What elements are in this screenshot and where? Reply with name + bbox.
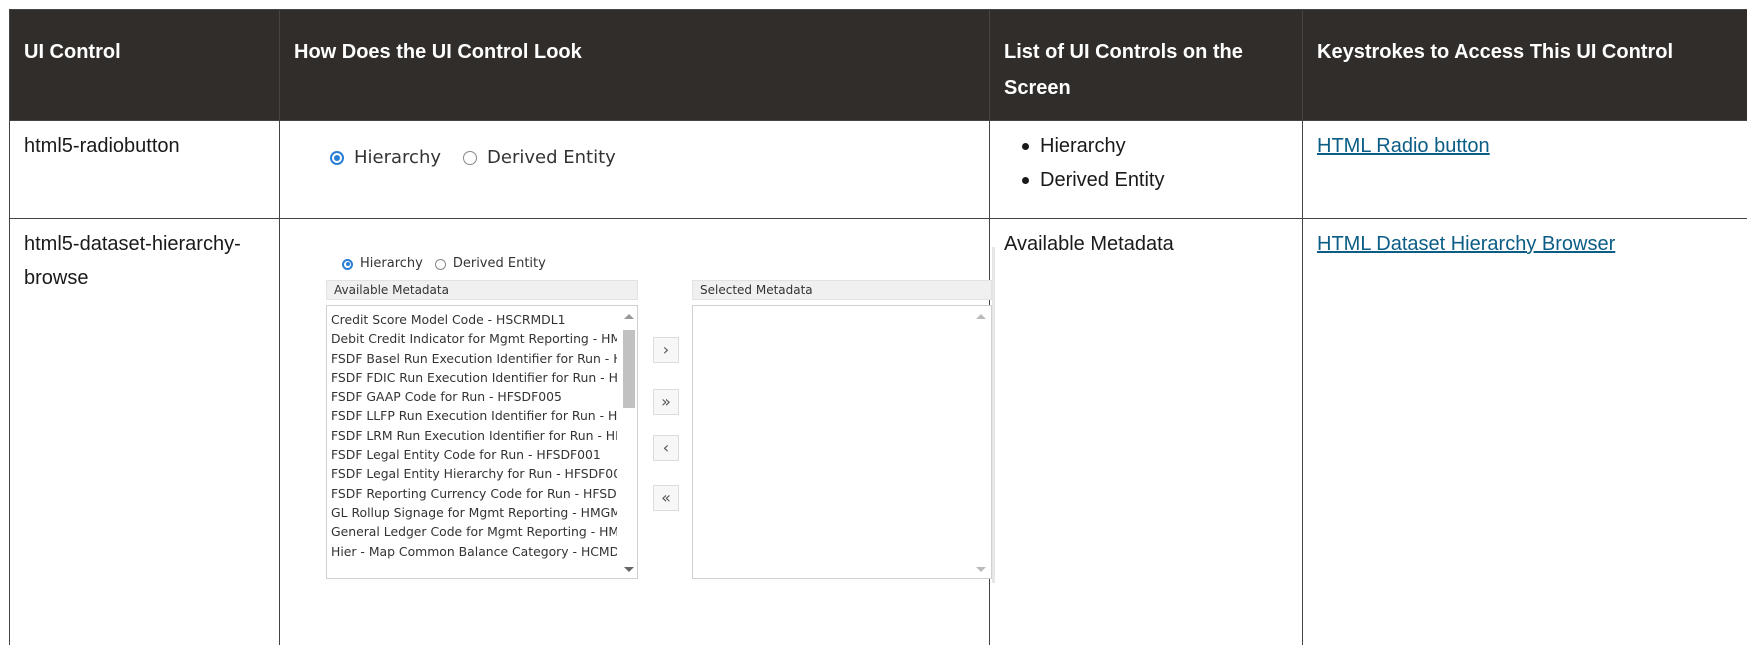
radio-label: Derived Entity: [453, 247, 546, 281]
control-list-cell: Hierarchy Derived Entity: [990, 121, 1303, 219]
table-row: html5-dataset-hierarchy-browse Hierarchy…: [10, 219, 1747, 645]
move-selected-left-button[interactable]: ‹: [653, 435, 679, 461]
radio-preview: Hierarchy Derived Entity: [330, 141, 975, 175]
radio-label: Derived Entity: [487, 141, 616, 175]
move-selected-right-button[interactable]: ›: [653, 337, 679, 363]
header-ui-control: UI Control: [10, 10, 280, 121]
scroll-thumb[interactable]: [623, 330, 635, 408]
list-item[interactable]: Hier - Map Common Balance Category - HCM…: [331, 542, 617, 561]
selected-list-scrollbar[interactable]: [975, 310, 987, 574]
ui-controls-table: UI Control How Does the UI Control Look …: [9, 9, 1747, 645]
link-html-dataset-hierarchy-browser[interactable]: HTML Dataset Hierarchy Browser: [1317, 233, 1615, 255]
control-name: html5-radiobutton: [10, 121, 280, 219]
list-item: Hierarchy: [1022, 129, 1288, 163]
metadata-items: Credit Score Model Code - HSCRMDL1 Debit…: [327, 306, 637, 561]
dataset-hierarchy-browser-preview: Hierarchy Derived Entity Available Metad…: [300, 243, 1000, 583]
control-name: html5-dataset-hierarchy-browse: [10, 219, 280, 645]
control-preview-cell: Hierarchy Derived Entity Available Metad…: [280, 219, 990, 645]
list-item[interactable]: Debit Credit Indicator for Mgmt Reportin…: [331, 329, 617, 348]
list-item[interactable]: FSDF Legal Entity Code for Run - HFSDF00…: [331, 445, 617, 464]
available-list-scrollbar[interactable]: [623, 310, 635, 574]
table-row: html5-radiobutton Hierarchy Derived Enti…: [10, 121, 1747, 219]
radio-hierarchy-selected[interactable]: [330, 151, 344, 165]
header-list-controls: List of UI Controls on the Screen: [990, 10, 1303, 121]
list-item[interactable]: FSDF Reporting Currency Code for Run - H…: [331, 484, 617, 503]
list-item[interactable]: FSDF FDIC Run Execution Identifier for R…: [331, 368, 617, 387]
list-item[interactable]: General Ledger Code for Mgmt Reporting -…: [331, 522, 617, 541]
list-item[interactable]: FSDF Legal Entity Hierarchy for Run - HF…: [331, 464, 617, 483]
radio-label: Hierarchy: [360, 247, 423, 281]
radio-derived-entity[interactable]: [435, 259, 446, 270]
radio-derived-entity[interactable]: [463, 151, 477, 165]
header-keystrokes: Keystrokes to Access This UI Control: [1303, 10, 1747, 121]
keystrokes-cell: HTML Radio button: [1303, 121, 1747, 219]
header-row: UI Control How Does the UI Control Look …: [10, 10, 1747, 121]
list-item[interactable]: Credit Score Model Code - HSCRMDL1: [331, 310, 617, 329]
keystrokes-cell: HTML Dataset Hierarchy Browser: [1303, 219, 1747, 645]
list-item[interactable]: FSDF LRM Run Execution Identifier for Ru…: [331, 426, 617, 445]
control-list-cell: Available Metadata: [990, 219, 1303, 645]
selected-metadata-header: Selected Metadata: [692, 280, 992, 300]
available-metadata-header: Available Metadata: [326, 280, 638, 300]
radio-hierarchy-selected[interactable]: [342, 259, 353, 270]
scroll-up-icon[interactable]: [624, 314, 634, 319]
control-list: Hierarchy Derived Entity: [1004, 129, 1288, 197]
list-item: Derived Entity: [1022, 163, 1288, 197]
scroll-down-icon[interactable]: [976, 567, 986, 572]
list-item[interactable]: FSDF Basel Run Execution Identifier for …: [331, 349, 617, 368]
link-html-radio-button[interactable]: HTML Radio button: [1317, 135, 1490, 157]
list-item[interactable]: FSDF GAAP Code for Run - HFSDF005: [331, 387, 617, 406]
list-item[interactable]: GL Rollup Signage for Mgmt Reporting - H…: [331, 503, 617, 522]
selected-metadata-list[interactable]: [692, 305, 992, 579]
shuttle-radio-group: Hierarchy Derived Entity: [342, 247, 558, 281]
radio-label: Hierarchy: [354, 141, 441, 175]
scroll-up-icon[interactable]: [976, 314, 986, 319]
available-metadata-list[interactable]: Credit Score Model Code - HSCRMDL1 Debit…: [326, 305, 638, 579]
move-all-left-button[interactable]: «: [653, 485, 679, 511]
scroll-down-icon[interactable]: [624, 567, 634, 572]
move-all-right-button[interactable]: »: [653, 389, 679, 415]
preview-frame-edge: [992, 247, 995, 583]
control-preview-cell: Hierarchy Derived Entity: [280, 121, 990, 219]
list-item[interactable]: FSDF LLFP Run Execution Identifier for R…: [331, 406, 617, 425]
header-how-look: How Does the UI Control Look: [280, 10, 990, 121]
